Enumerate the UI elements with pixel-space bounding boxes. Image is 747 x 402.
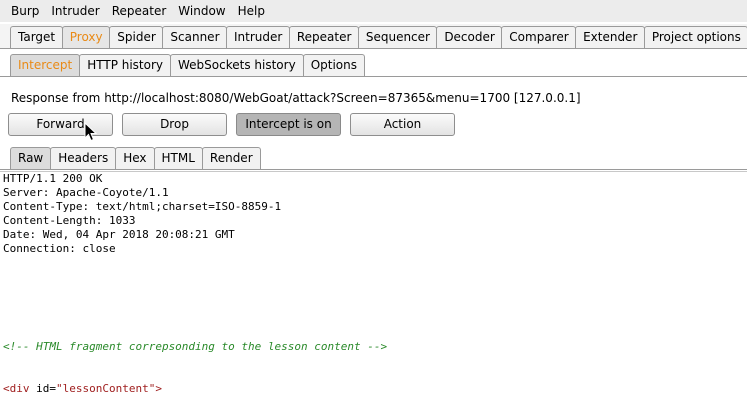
html-div-line: <div id="lessonContent"> — [3, 382, 162, 396]
tab-extender[interactable]: Extender — [575, 26, 645, 48]
menu-bar: Burp Intruder Repeater Window Help — [0, 0, 747, 22]
tab-decoder[interactable]: Decoder — [436, 26, 503, 48]
tab-raw[interactable]: Raw — [10, 147, 52, 169]
mouse-pointer-icon — [84, 122, 98, 142]
tab-intercept[interactable]: Intercept — [10, 54, 81, 76]
tab-sequencer[interactable]: Sequencer — [357, 26, 438, 48]
tab-comparer[interactable]: Comparer — [501, 26, 577, 48]
html-tag-close: > — [155, 382, 162, 395]
html-attr-name: id= — [29, 382, 56, 395]
header-line: Date: Wed, 04 Apr 2018 20:08:21 GMT — [3, 228, 235, 241]
intercept-toggle-button[interactable]: Intercept is on — [236, 113, 341, 136]
response-status-line: HTTP/1.1 200 OK — [3, 172, 103, 185]
tab-project-options[interactable]: Project options — [643, 26, 747, 48]
header-line: Content-Length: 1033 — [3, 214, 136, 227]
message-editor[interactable]: HTTP/1.1 200 OK Server: Apache-Coyote/1.… — [0, 171, 747, 402]
menu-window[interactable]: Window — [172, 0, 231, 22]
tab-http-history[interactable]: HTTP history — [79, 54, 172, 76]
tab-headers[interactable]: Headers — [50, 147, 117, 169]
main-tab-bar: Target Proxy Spider Scanner Intruder Rep… — [0, 24, 747, 49]
action-button[interactable]: Action — [350, 113, 455, 136]
tab-html[interactable]: HTML — [153, 147, 203, 169]
menu-burp[interactable]: Burp — [5, 0, 45, 22]
tab-target[interactable]: Target — [10, 26, 63, 48]
tab-scanner[interactable]: Scanner — [162, 26, 228, 48]
tab-options[interactable]: Options — [302, 54, 365, 76]
html-comment-line: <!-- HTML fragment correpsonding to the … — [3, 340, 388, 353]
response-info: Response from http://localhost:8080/WebG… — [11, 91, 581, 105]
tab-websockets-history[interactable]: WebSockets history — [170, 54, 304, 76]
menu-repeater[interactable]: Repeater — [106, 0, 173, 22]
tab-repeater[interactable]: Repeater — [288, 26, 359, 48]
tab-render[interactable]: Render — [201, 147, 261, 169]
html-tag-open: <div — [3, 382, 30, 395]
tab-intruder[interactable]: Intruder — [226, 26, 290, 48]
message-view-tab-bar: Raw Headers Hex HTML Render — [0, 145, 747, 170]
tab-proxy[interactable]: Proxy — [61, 26, 111, 48]
menu-intruder[interactable]: Intruder — [45, 0, 105, 22]
header-line: Connection: close — [3, 242, 116, 255]
proxy-sub-tab-bar: Intercept HTTP history WebSockets histor… — [0, 52, 747, 77]
tab-spider[interactable]: Spider — [109, 26, 164, 48]
html-attr-value: "lessonContent" — [56, 382, 156, 395]
drop-button[interactable]: Drop — [122, 113, 227, 136]
header-line: Server: Apache-Coyote/1.1 — [3, 186, 169, 199]
menu-help[interactable]: Help — [232, 0, 271, 22]
tab-hex[interactable]: Hex — [115, 147, 155, 169]
header-line: Content-Type: text/html;charset=ISO-8859… — [3, 200, 282, 213]
